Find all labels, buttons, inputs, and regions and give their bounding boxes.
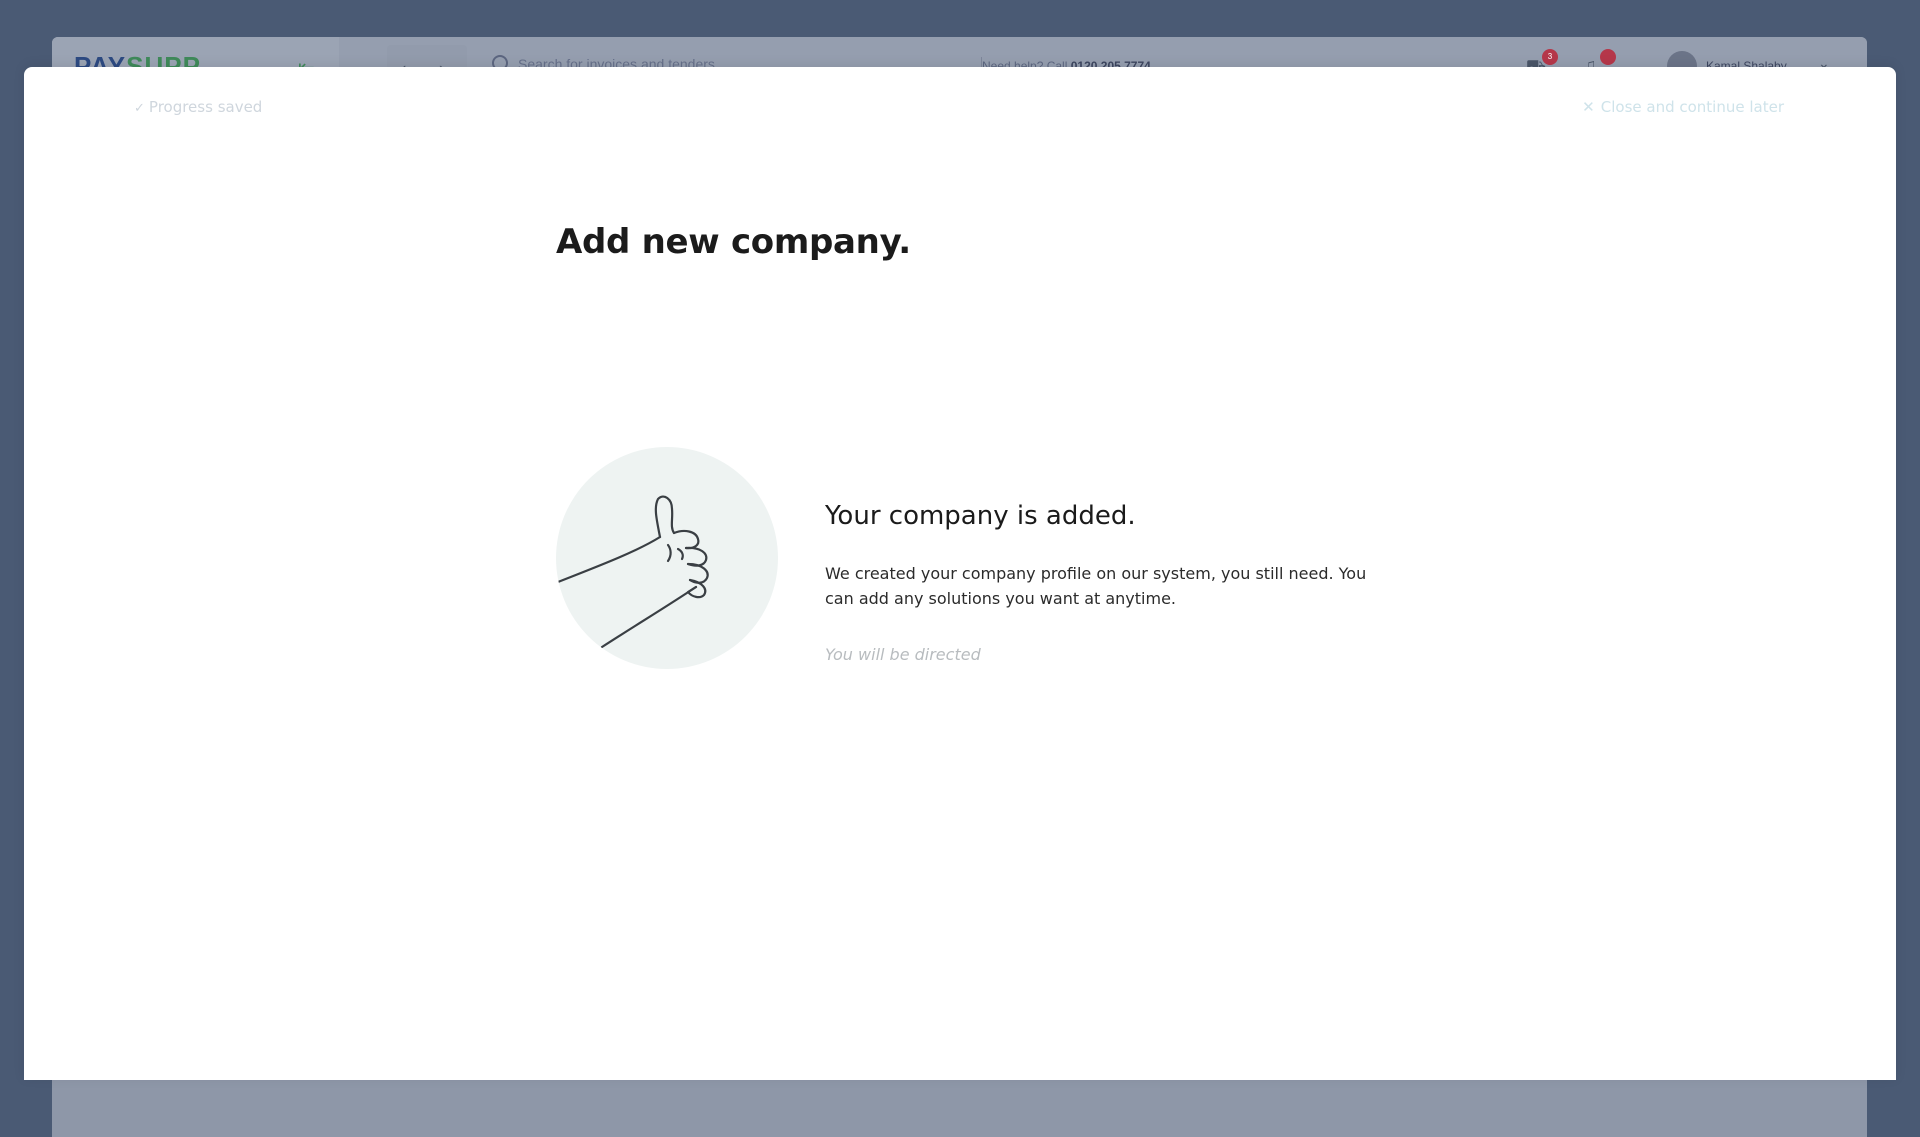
page-title: Add new company. (556, 222, 911, 262)
redirect-note: You will be directed (825, 645, 981, 664)
check-icon: ✓ (134, 101, 145, 116)
success-message: We created your company profile on our s… (825, 564, 1367, 608)
add-company-modal: ✓ Progress saved ✕ Close and continue late… (24, 67, 1896, 1080)
success-heading: Your company is added. (825, 501, 1136, 531)
cart-badge: 3 (1542, 49, 1558, 65)
notification-badge (1600, 49, 1616, 65)
progress-saved-indicator: ✓ Progress saved (134, 98, 262, 116)
thumbs-up-icon (556, 447, 778, 669)
progress-saved-label: Progress saved (148, 98, 263, 116)
close-icon: ✕ (1582, 98, 1595, 116)
close-continue-later-button[interactable]: ✕ Close and continue later (1582, 98, 1784, 116)
close-continue-later-label: Close and continue later (1600, 98, 1784, 116)
